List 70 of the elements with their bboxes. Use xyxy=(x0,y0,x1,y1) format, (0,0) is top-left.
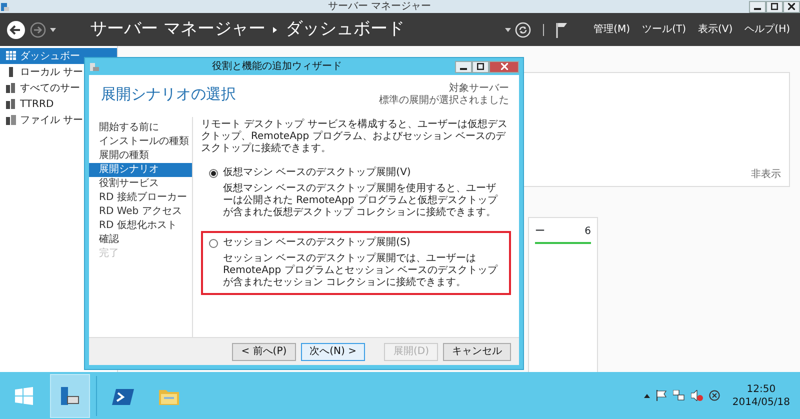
target-server-value: 標準の展開が選択されました xyxy=(379,95,509,107)
option-description: セッション ベースのデスクトップ展開では、ユーザーは RemoteApp プログラムとセッション ベースのデスクトップが含まれたセッション コレクションに接続できます。 xyxy=(222,253,499,289)
wizard-step[interactable]: 展開の種類 xyxy=(89,149,192,163)
menu-item[interactable]: 表示(V) xyxy=(694,22,737,37)
breadcrumb-text: サーバー マネージャー xyxy=(90,18,266,41)
dropdown-icon[interactable] xyxy=(504,28,511,32)
option-label[interactable]: セッション ベースのデスクトップ展開(S) xyxy=(223,237,410,249)
forward-button[interactable] xyxy=(30,22,46,38)
wizard-step[interactable]: インストールの種類 xyxy=(89,135,192,149)
option-label[interactable]: 仮想マシン ベースのデスクトップ展開(V) xyxy=(223,167,411,179)
close-button[interactable] xyxy=(783,0,800,12)
wizard-step[interactable]: 展開シナリオ xyxy=(89,163,192,177)
wizard-step[interactable]: 確認 xyxy=(89,233,192,247)
flag-icon[interactable] xyxy=(556,22,568,38)
radio-button[interactable] xyxy=(209,238,218,248)
servers-icon xyxy=(6,83,16,93)
window-title: 役割と機能の追加ウィザード xyxy=(211,60,343,74)
sidebar-item[interactable]: ローカル サー xyxy=(0,64,117,80)
clock-date: 2014/05/18 xyxy=(732,396,790,408)
option-description: 仮想マシン ベースのデスクトップ展開を使用すると、ユーザーは公開された RemoteApp プログラムと仮想デスクトップが含まれた仮想デスクトップ コレクションに接続できます。 xyxy=(222,183,499,219)
intro-text: リモート デスクトップ サービスを構成すると、ユーザーは仮想デスクトップ、RemoteApp プログラム、およびセッション ベースのデスクトップに接続できます。 xyxy=(201,119,508,155)
menu-item[interactable]: 管理(M) xyxy=(590,22,634,37)
dropdown-icon[interactable] xyxy=(50,28,56,32)
server-manager-icon xyxy=(59,386,81,406)
taskbar-app[interactable] xyxy=(50,374,90,418)
chevron-icon xyxy=(273,26,278,32)
wizard-button[interactable]: 次へ(N) > xyxy=(300,342,366,360)
clock-time: 12:50 xyxy=(746,382,777,396)
wizard-step[interactable]: RD 仮想化ホスト xyxy=(89,219,192,233)
flag-icon[interactable] xyxy=(656,390,668,401)
breadcrumb-text: ダッシュボード xyxy=(285,18,404,41)
minimize-button[interactable] xyxy=(455,60,472,72)
file-servers-icon xyxy=(6,115,16,125)
tile-count: 6 xyxy=(584,225,591,239)
dashboard-icon xyxy=(6,51,16,61)
network-icon[interactable] xyxy=(673,390,686,401)
close-icon xyxy=(788,3,795,10)
maximize-icon xyxy=(771,3,778,10)
maximize-button[interactable] xyxy=(766,0,783,12)
refresh-icon[interactable] xyxy=(514,22,531,38)
back-icon xyxy=(6,20,26,40)
speaker-muted-icon[interactable] xyxy=(691,390,704,401)
wizard-button[interactable]: < 前へ(P) xyxy=(232,342,296,360)
app-icon xyxy=(0,2,10,12)
menu-item[interactable]: ツール(T) xyxy=(638,22,690,37)
hide-link[interactable]: 非表示 xyxy=(751,167,781,182)
tile-title: ー xyxy=(535,225,545,239)
show-hidden-icons-icon[interactable] xyxy=(644,394,650,398)
close-icon xyxy=(500,63,508,70)
server-icon xyxy=(6,67,16,77)
clock[interactable]: 12:50 2014/05/18 xyxy=(732,382,790,408)
maximize-icon xyxy=(477,63,484,70)
back-button[interactable] xyxy=(6,20,26,40)
wizard-step[interactable]: 開始する前に xyxy=(89,121,192,135)
page-heading: 展開シナリオの選択 xyxy=(101,84,236,105)
wizard-step[interactable]: RD Web アクセス xyxy=(89,205,192,219)
wizard-step[interactable]: RD 接続ブローカー xyxy=(89,191,192,205)
maximize-button[interactable] xyxy=(472,60,489,72)
wizard-button[interactable]: キャンセル xyxy=(443,342,511,360)
wizard-icon xyxy=(89,62,99,72)
forward-icon xyxy=(30,22,46,38)
servers-icon xyxy=(6,99,16,109)
wizard-step[interactable]: 役割サービス xyxy=(89,177,192,191)
cancel-circle-icon[interactable] xyxy=(709,390,720,401)
menu-item[interactable]: ヘルプ(H) xyxy=(740,22,794,37)
target-server-label: 対象サーバー xyxy=(448,83,509,95)
radio-button[interactable] xyxy=(209,168,218,178)
windows-logo-icon xyxy=(15,386,33,404)
minimize-button[interactable] xyxy=(749,0,766,12)
window-title: サーバー マネージャー xyxy=(326,0,432,13)
